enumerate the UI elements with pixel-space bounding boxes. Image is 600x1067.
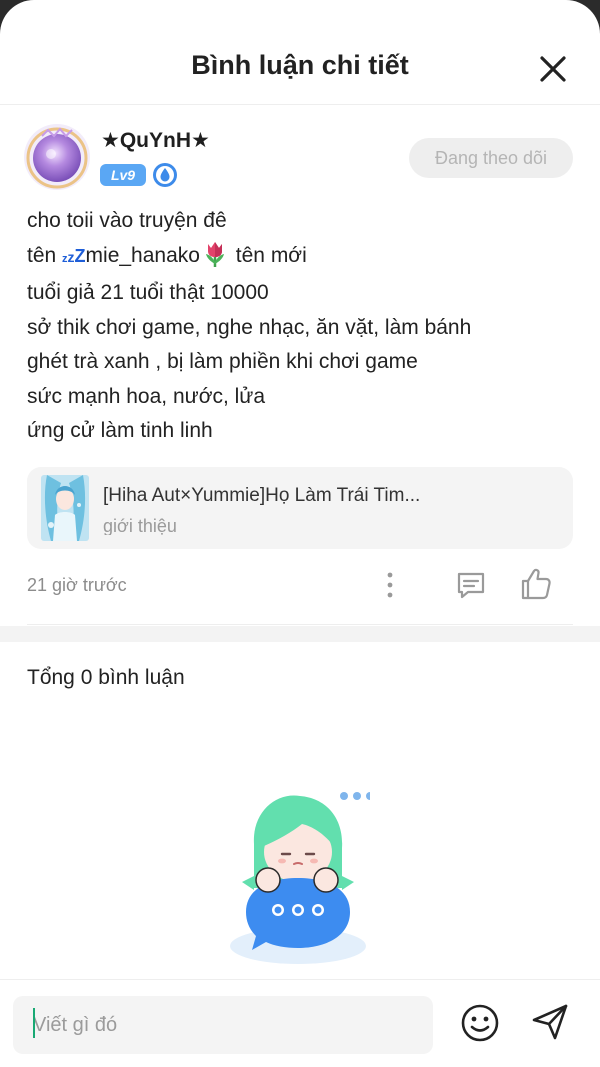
send-button[interactable] — [529, 1001, 571, 1043]
send-icon — [532, 1004, 568, 1040]
level-badge: Lv9 — [100, 164, 146, 186]
page-title: Bình luận chi tiết — [191, 50, 409, 80]
comment-icon — [457, 572, 485, 599]
like-button[interactable] — [519, 566, 553, 602]
story-subtitle: giới thiệu — [103, 516, 177, 535]
content-line: tên zzZmie_hanako tên mới — [27, 239, 577, 277]
content-line: ghét trà xanh , bị làm phiền khi chơi ga… — [27, 350, 418, 373]
nickname-text: mie_hanako — [85, 243, 200, 267]
close-icon — [540, 56, 566, 82]
thumbs-up-icon — [521, 568, 551, 600]
divider — [27, 624, 573, 625]
follow-button[interactable]: Đang theo dõi — [409, 138, 573, 178]
story-title: [Hiha Aut×Yummie]Họ Làm Trái Tim... — [103, 485, 421, 506]
content-line: sức mạnh hoa, nước, lửa — [27, 384, 266, 408]
more-button[interactable] — [378, 570, 402, 600]
emoji-button[interactable] — [460, 1003, 500, 1043]
timestamp: 21 giờ trước — [27, 575, 127, 595]
comment-count-label: Tổng 0 bình luận — [27, 666, 185, 689]
content-line: tuổi giả 21 tuổi thật 10000 — [27, 281, 269, 304]
content-text: tên — [27, 243, 63, 267]
comment-input[interactable] — [13, 996, 433, 1054]
avatar[interactable] — [24, 124, 90, 190]
water-drop-rank-icon — [152, 162, 178, 188]
content-line: ứng cử làm tinh linh — [27, 419, 213, 442]
comment-detail-sheet: Bình luận chi tiết ★QuYnH★ Lv9 Đang theo… — [0, 0, 600, 1067]
smiley-icon — [461, 1004, 499, 1042]
reply-button[interactable] — [454, 568, 488, 602]
empty-comments-illustration — [226, 784, 374, 968]
more-vertical-icon — [387, 572, 393, 598]
text-cursor — [33, 1008, 35, 1038]
header: Bình luận chi tiết — [0, 0, 600, 105]
content-line: sở thik chơi game, nghe nhạc, ăn vặt, là… — [27, 315, 472, 339]
zzz-symbol: zzZ — [62, 245, 86, 266]
content-text: tên mới — [229, 243, 307, 267]
post-content: cho toii vào truyện đê tên zzZmie_hanako… — [27, 204, 577, 449]
close-button[interactable] — [534, 50, 572, 88]
tulip-emoji-icon — [200, 240, 230, 268]
comment-composer — [0, 979, 600, 1067]
story-card[interactable]: [Hiha Aut×Yummie]Họ Làm Trái Tim... giới… — [27, 467, 573, 549]
username[interactable]: ★QuYnH★ — [101, 128, 210, 153]
section-separator — [0, 626, 600, 642]
content-line: cho toii vào truyện đê — [27, 209, 227, 232]
story-thumbnail — [41, 475, 89, 541]
